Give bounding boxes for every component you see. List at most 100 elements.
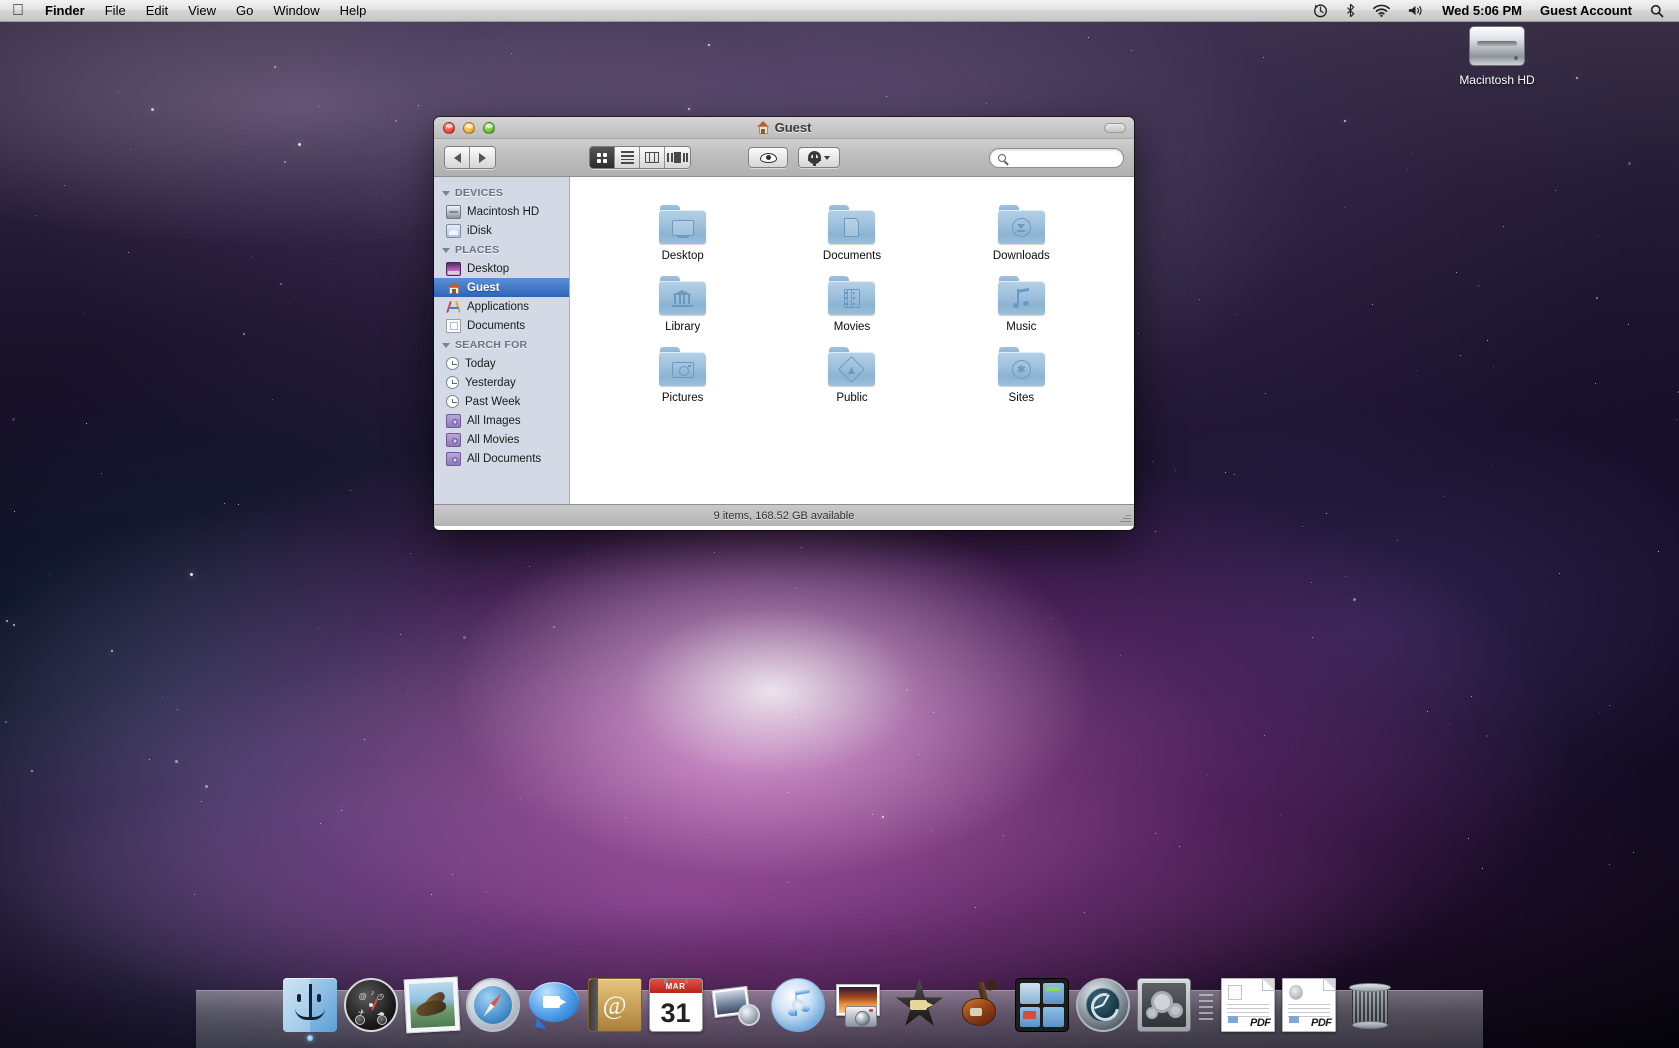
spotlight-icon[interactable]: [1641, 0, 1673, 21]
icon-grid: Desktop Documents Downloads Library Movi…: [570, 177, 1134, 404]
pdf-icon: PDF: [1220, 978, 1275, 1032]
bluetooth-icon[interactable]: [1337, 0, 1364, 21]
file-item-music[interactable]: Music: [937, 262, 1106, 333]
desktop-icon-macintosh-hd[interactable]: Macintosh HD: [1449, 26, 1545, 89]
file-item-desktop[interactable]: Desktop: [598, 191, 767, 262]
dock-item-ichat[interactable]: [527, 978, 581, 1032]
volume-icon[interactable]: [1399, 0, 1433, 21]
list-view-button[interactable]: [615, 147, 640, 168]
dock-item-garageband[interactable]: [954, 978, 1008, 1032]
search-input[interactable]: [1011, 151, 1115, 164]
icon-view-button[interactable]: [590, 147, 615, 168]
sidebar-item-past-week[interactable]: Past Week: [434, 392, 569, 411]
library-emblem-icon: [672, 290, 694, 307]
search-field[interactable]: [989, 147, 1124, 168]
sidebar-item-applications[interactable]: Applications: [434, 297, 569, 316]
menu-item-edit[interactable]: Edit: [136, 0, 178, 21]
sidebar-item-all-images[interactable]: All Images: [434, 411, 569, 430]
menu-item-go[interactable]: Go: [226, 0, 263, 21]
file-item-movies[interactable]: Movies: [767, 262, 936, 333]
apple-menu-icon[interactable]: : [0, 0, 35, 21]
file-item-pictures[interactable]: Pictures: [598, 333, 767, 404]
wifi-icon[interactable]: [1364, 0, 1399, 21]
dock-item-time-machine[interactable]: [1075, 978, 1130, 1032]
dock-item-pdf-document-2[interactable]: PDF: [1281, 978, 1336, 1032]
dock-item-dashboard[interactable]: @ ♪ ◷ ✈ ☁: [343, 978, 398, 1032]
system-prefs-icon: [1136, 978, 1191, 1032]
document-emblem-icon: [844, 218, 860, 237]
menu-clock[interactable]: Wed 5:06 PM: [1433, 0, 1531, 21]
sidebar-item-macintosh-hd[interactable]: Macintosh HD: [434, 202, 569, 221]
coverflow-view-button[interactable]: [665, 147, 690, 168]
sidebar-section-search-for[interactable]: SEARCH FOR: [434, 335, 569, 354]
documents-icon: [446, 318, 461, 333]
file-label: Pictures: [661, 392, 704, 404]
sidebar-section-label: PLACES: [455, 244, 500, 256]
sidebar-item-all-movies[interactable]: All Movies: [434, 430, 569, 449]
menu-item-help[interactable]: Help: [330, 0, 377, 21]
ical-icon: MAR 31: [648, 978, 703, 1032]
photobooth-icon: [832, 978, 886, 1032]
file-item-documents[interactable]: Documents: [767, 191, 936, 262]
file-label: Documents: [822, 250, 882, 262]
folder-icon-movies: [828, 276, 876, 315]
finder-content-area[interactable]: Desktop Documents Downloads Library Movi…: [570, 177, 1134, 504]
sidebar-item-guest[interactable]: Guest: [434, 278, 569, 297]
dock-item-safari[interactable]: [465, 978, 520, 1032]
menu-item-window[interactable]: Window: [263, 0, 329, 21]
disclosure-triangle-icon[interactable]: [442, 247, 450, 253]
back-button[interactable]: [445, 147, 470, 168]
menu-user-account[interactable]: Guest Account: [1531, 0, 1641, 21]
dock-item-pdf-document-1[interactable]: PDF: [1220, 978, 1275, 1032]
window-title-bar[interactable]: Guest: [434, 117, 1134, 139]
harddisk-icon: [1469, 26, 1525, 66]
dashboard-icon: @ ♪ ◷ ✈ ☁: [343, 978, 398, 1032]
dock-item-imovie[interactable]: [893, 978, 947, 1032]
menu-item-file[interactable]: File: [95, 0, 136, 21]
finder-window[interactable]: Guest DEVICES Macintosh HD iDisk PLACES …: [434, 117, 1134, 530]
dock-item-photo-booth[interactable]: [832, 978, 886, 1032]
column-view-button[interactable]: [640, 147, 665, 168]
file-label: Music: [1006, 321, 1037, 333]
pdf-icon: PDF: [1281, 978, 1336, 1032]
forward-button[interactable]: [470, 147, 495, 168]
ichat-icon: [527, 978, 581, 1032]
time-machine-icon[interactable]: [1304, 0, 1337, 21]
camera-emblem-icon: [671, 361, 694, 378]
sidebar-item-documents[interactable]: Documents: [434, 316, 569, 335]
sidebar-item-today[interactable]: Today: [434, 354, 569, 373]
file-item-downloads[interactable]: Downloads: [937, 191, 1106, 262]
dock-item-itunes[interactable]: [770, 978, 825, 1032]
folder-icon-pictures: [659, 347, 707, 386]
file-item-sites[interactable]: ✱ Sites: [937, 333, 1106, 404]
dock-item-system-preferences[interactable]: [1136, 978, 1191, 1032]
menu-item-view[interactable]: View: [178, 0, 226, 21]
toolbar-toggle-button[interactable]: [1104, 123, 1126, 133]
quick-look-button[interactable]: [748, 147, 788, 168]
sidebar-section-places[interactable]: PLACES: [434, 240, 569, 259]
dock-item-mail[interactable]: [403, 976, 460, 1034]
dock-item-address-book[interactable]: @: [587, 978, 642, 1032]
window-title-text: Guest: [774, 120, 812, 135]
sidebar-item-all-documents[interactable]: All Documents: [434, 449, 569, 468]
disclosure-triangle-icon[interactable]: [442, 342, 450, 348]
sidebar-item-yesterday[interactable]: Yesterday: [434, 373, 569, 392]
file-item-library[interactable]: Library: [598, 262, 767, 333]
menu-item-finder[interactable]: Finder: [35, 0, 95, 21]
mail-icon: [403, 976, 460, 1034]
sidebar-item-idisk[interactable]: iDisk: [434, 221, 569, 240]
dock-item-trash[interactable]: [1343, 978, 1397, 1032]
sidebar-item-desktop[interactable]: Desktop: [434, 259, 569, 278]
dock-item-iphoto[interactable]: [710, 978, 764, 1032]
pdf-tag: PDF: [1311, 1017, 1332, 1029]
dock-item-ical[interactable]: MAR 31: [648, 978, 703, 1032]
disclosure-triangle-icon[interactable]: [442, 190, 450, 196]
sidebar-section-devices[interactable]: DEVICES: [434, 183, 569, 202]
action-menu-button[interactable]: [798, 147, 840, 168]
resize-handle[interactable]: [1119, 511, 1131, 523]
desktop-icon-label: Macintosh HD: [1459, 73, 1535, 87]
dock-item-finder[interactable]: [282, 978, 337, 1041]
dock-item-spaces[interactable]: [1014, 978, 1069, 1032]
file-label: Downloads: [992, 250, 1050, 262]
file-item-public[interactable]: ▲ Public: [767, 333, 936, 404]
